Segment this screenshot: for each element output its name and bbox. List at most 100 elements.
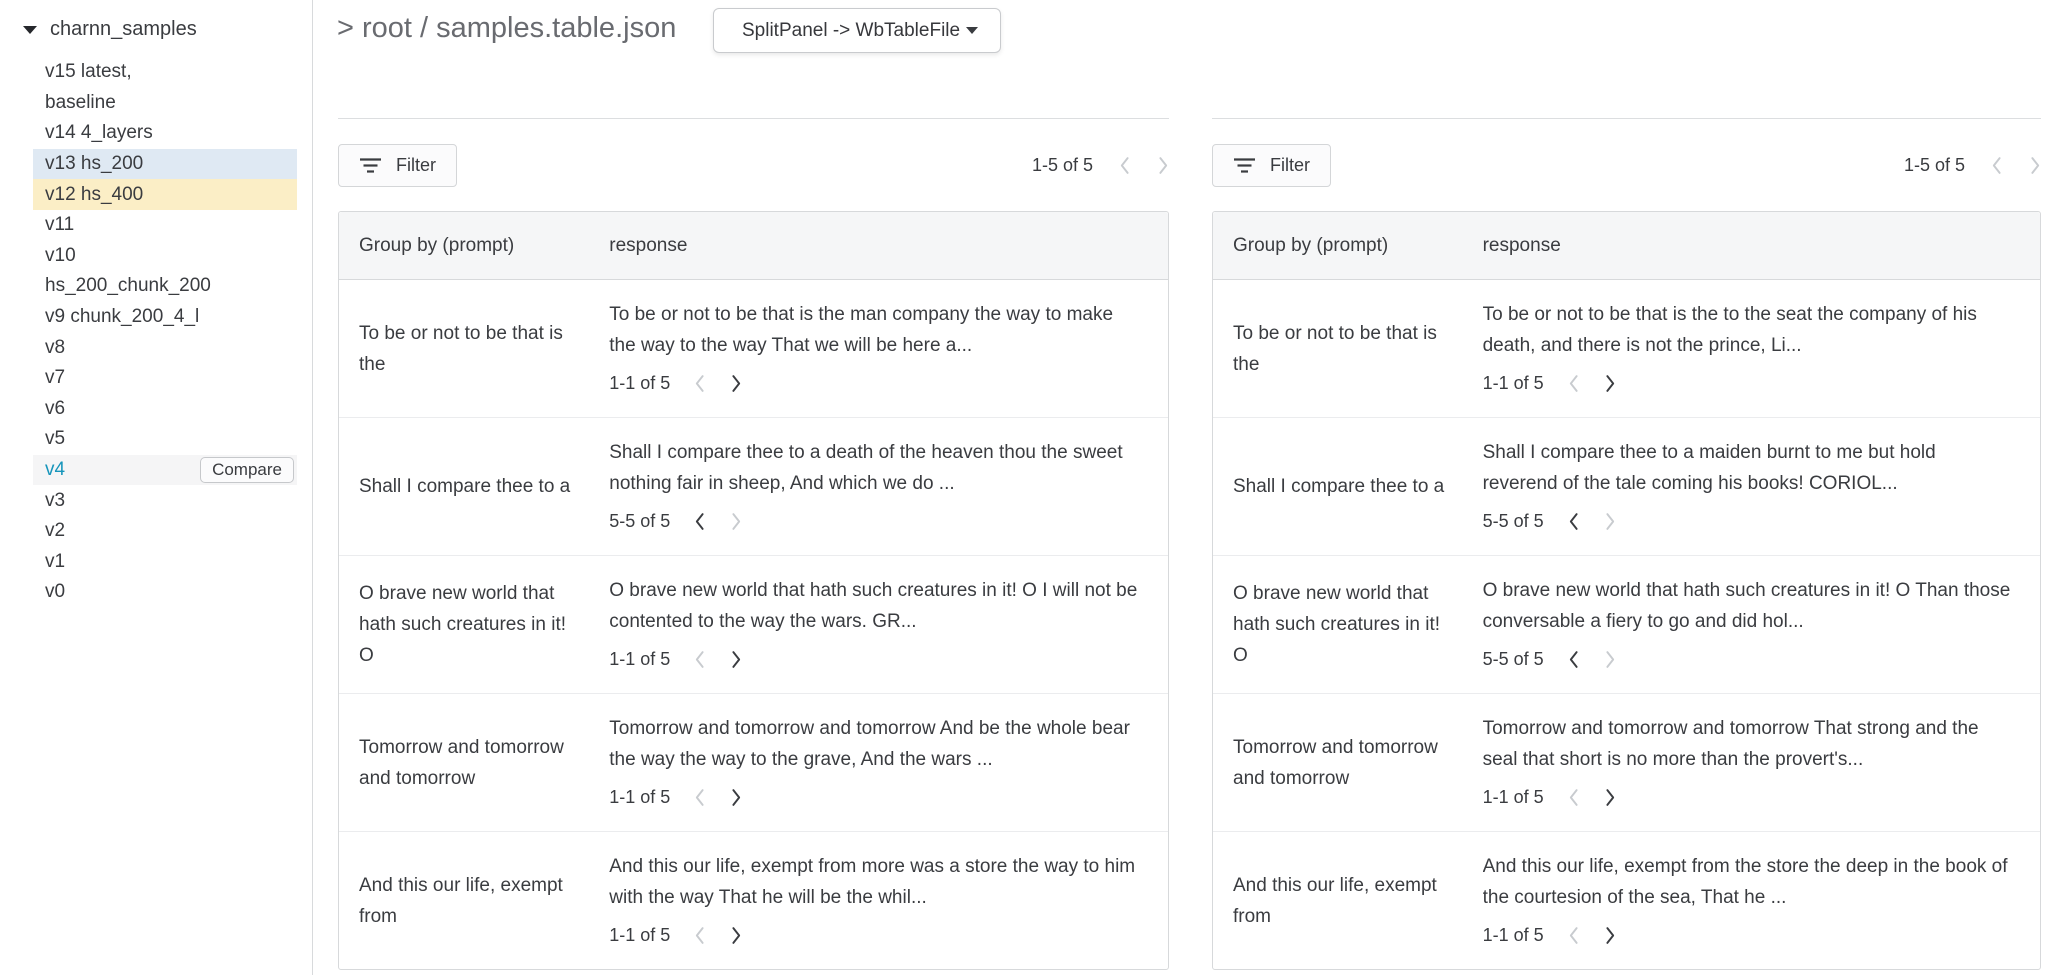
renderer-select-dropdown[interactable]: SplitPanel -> WbTableFile [713,8,1001,53]
sidebar-item[interactable]: v2 [33,516,297,547]
sidebar-item[interactable]: v5 [33,424,297,455]
chevron-right-icon [2029,156,2041,175]
sidebar-item[interactable]: v3 [33,485,297,516]
chevron-right-icon[interactable] [730,926,742,945]
row-pagination-range: 1-1 of 5 [609,920,670,951]
prompt-cell: Tomorrow and tomorrow and tomorrow [1213,732,1483,794]
filter-button[interactable]: Filter [338,144,457,187]
column-header-response: response [609,235,1168,257]
data-table: Group by (prompt)response To be or not to… [338,211,1169,970]
chevron-left-icon [1568,374,1580,393]
sidebar-item-label: v9 chunk_200_4_l [45,306,199,328]
sidebar-item-label: v3 [45,490,65,512]
filter-icon [359,157,396,174]
response-cell: To be or not to be that is the man compa… [609,299,1168,399]
row-pagination: 1-1 of 5 [609,368,1142,399]
chevron-left-icon[interactable] [694,512,706,531]
prompt-cell: Shall I compare thee to a [1213,471,1483,502]
chevron-right-icon[interactable] [730,650,742,669]
filter-button-label: Filter [1270,155,1310,176]
prompt-cell: To be or not to be that is the [339,318,609,380]
row-pagination-range: 1-1 of 5 [609,782,670,813]
table-header-row: Group by (prompt)response [339,212,1168,280]
row-pagination: 5-5 of 5 [1483,506,2014,537]
sidebar-item[interactable]: v8 [33,332,297,363]
sidebar-item[interactable]: v6 [33,394,297,425]
sidebar-item[interactable]: v0 [33,577,297,608]
prompt-cell: To be or not to be that is the [1213,318,1483,380]
sidebar-item[interactable]: v4Compare [33,455,297,486]
prompt-cell: O brave new world that hath such creatur… [339,578,609,671]
sidebar-item[interactable]: v14 4_layers [33,118,297,149]
sidebar-item-label: v1 [45,551,65,573]
table-pagination: 1-5 of 5 [1904,155,2041,176]
response-cell: O brave new world that hath such creatur… [609,575,1168,675]
sidebar-item[interactable]: hs_200_chunk_200 [33,271,297,302]
response-text: Tomorrow and tomorrow and tomorrow And b… [609,713,1142,775]
response-cell: And this our life, exempt from more was … [609,851,1168,951]
prompt-cell: Shall I compare thee to a [339,471,609,502]
row-pagination-range: 5-5 of 5 [1483,506,1544,537]
sidebar-item[interactable]: v11 [33,210,297,241]
sidebar-item[interactable]: v15 latest, [33,57,297,88]
row-pagination-range: 5-5 of 5 [609,506,670,537]
sidebar-group-header[interactable]: charnn_samples [0,14,197,45]
sidebar-item-label: v12 hs_400 [45,184,143,206]
sidebar-item[interactable]: v9 chunk_200_4_l [33,302,297,333]
sidebar-item-label: v10 [45,245,76,267]
sidebar-item-label: baseline [45,92,116,114]
sidebar-item[interactable]: v1 [33,547,297,578]
table-row: To be or not to be that is theTo be or n… [1213,280,2040,418]
chevron-right-icon[interactable] [730,788,742,807]
column-header-prompt: Group by (prompt) [1213,235,1483,257]
chevron-left-icon [1991,156,2003,175]
table-panel-right: Filter 1-5 of 5 Group by (prompt)responseT… [1212,118,2041,970]
chevron-left-icon [1568,926,1580,945]
row-pagination: 1-1 of 5 [1483,782,2014,813]
table-row: Tomorrow and tomorrow and tomorrowTomorr… [1213,694,2040,832]
pagination-range: 1-5 of 5 [1904,155,1965,176]
sidebar-item[interactable]: v12 hs_400 [33,179,297,210]
pagination-range: 1-5 of 5 [1032,155,1093,176]
sidebar-item-label: v0 [45,581,65,603]
sidebar-item[interactable]: v13 hs_200 [33,149,297,180]
row-pagination: 5-5 of 5 [609,506,1142,537]
table-row: And this our life, exempt fromAnd this o… [1213,832,2040,969]
response-text: Shall I compare thee to a death of the h… [609,437,1142,499]
response-cell: Shall I compare thee to a death of the h… [609,437,1168,537]
table-row: O brave new world that hath such creatur… [1213,556,2040,694]
chevron-right-icon [1604,650,1616,669]
data-table: Group by (prompt)responseTo be or not to… [1212,211,2041,970]
sidebar-item-label: v5 [45,428,65,450]
row-pagination: 1-1 of 5 [609,920,1142,951]
row-pagination-range: 5-5 of 5 [1483,644,1544,675]
chevron-right-icon[interactable] [1604,926,1616,945]
chevron-right-icon[interactable] [1604,788,1616,807]
table-row: Shall I compare thee to aShall I compare… [339,418,1168,556]
table-row: And this our life, exempt fromAnd this o… [339,832,1168,969]
sidebar-version-list: v15 latest, baseline v14 4_layers v13 hs_20… [0,57,313,608]
sidebar-item[interactable]: baseline [33,88,297,119]
sidebar-item-label: v2 [45,520,65,542]
sidebar-item-label: v13 hs_200 [45,153,143,175]
response-text: And this our life, exempt from the store… [1483,851,2014,913]
panel-toolbar: Filter 1-5 of 5 [338,144,1169,187]
row-pagination: 1-1 of 5 [1483,368,2014,399]
renderer-select-value: SplitPanel -> WbTableFile [742,20,960,42]
response-text: Tomorrow and tomorrow and tomorrow That … [1483,713,2014,775]
compare-button[interactable]: Compare [200,457,294,483]
table-row: O brave new world that hath such creatur… [339,556,1168,694]
response-cell: To be or not to be that is the to the se… [1483,299,2040,399]
chevron-left-icon [694,788,706,807]
row-pagination: 1-1 of 5 [1483,920,2014,951]
sidebar-item-label: v11 [45,214,74,236]
sidebar-item[interactable]: v7 [33,363,297,394]
filter-icon [1233,157,1270,174]
chevron-right-icon[interactable] [730,374,742,393]
filter-button[interactable]: Filter [1212,144,1331,187]
response-text: To be or not to be that is the to the se… [1483,299,2014,361]
chevron-left-icon[interactable] [1568,650,1580,669]
sidebar-item[interactable]: v10 [33,241,297,272]
chevron-right-icon[interactable] [1604,374,1616,393]
chevron-left-icon[interactable] [1568,512,1580,531]
